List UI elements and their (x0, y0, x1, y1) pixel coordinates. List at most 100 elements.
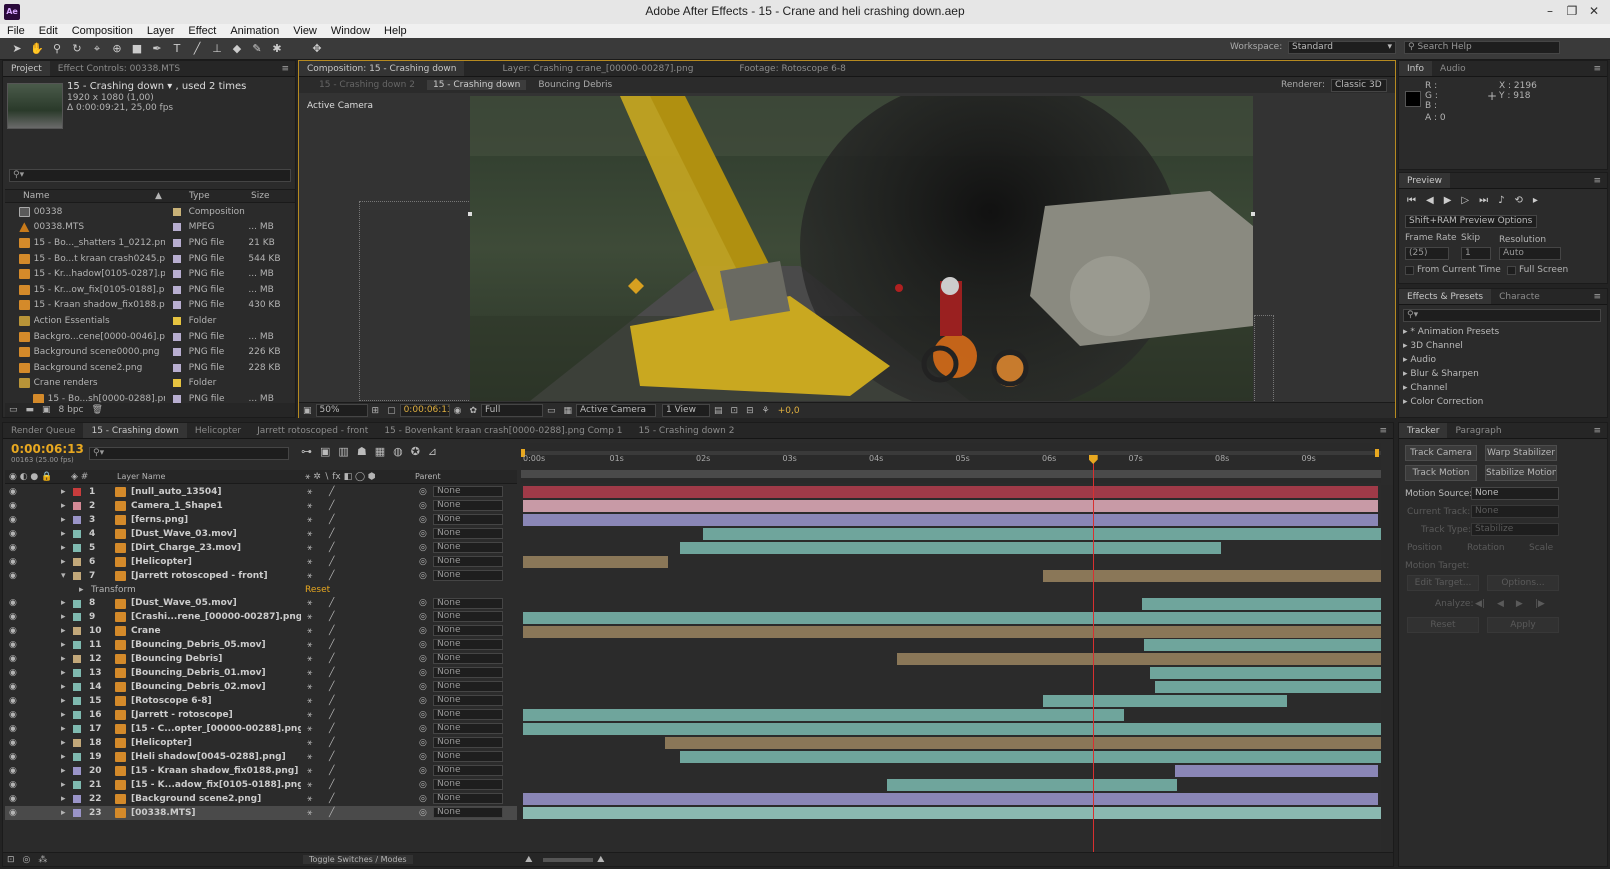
tab-effect-controls[interactable]: Effect Controls: 00338.MTS (50, 61, 188, 76)
layer-label-color[interactable] (73, 627, 81, 636)
parent-pickwhip-icon[interactable]: ◎ (419, 515, 427, 525)
column-type[interactable]: Type (189, 191, 210, 201)
parent-dropdown[interactable]: None (433, 709, 503, 720)
fast-previews-icon[interactable]: ⊡ (731, 406, 739, 416)
visibility-eye-icon[interactable]: ◉ (9, 794, 17, 804)
layer-row[interactable]: ◉ ▸ 16 [Jarrett - rotoscope] ⚹ ╱ ◎ None (5, 708, 517, 722)
work-area-bar[interactable] (521, 470, 1381, 478)
layer-label-color[interactable] (73, 683, 81, 692)
layer-duration-bar[interactable] (523, 723, 1381, 736)
trash-icon[interactable]: 🗑 (92, 405, 103, 415)
visibility-eye-icon[interactable]: ◉ (9, 529, 17, 539)
parent-dropdown[interactable]: None (433, 486, 503, 497)
transparency-grid-icon[interactable]: ▦ (564, 406, 573, 416)
visibility-eye-icon[interactable]: ◉ (9, 682, 17, 692)
playhead-line[interactable] (1092, 455, 1094, 855)
layer-label-color[interactable] (73, 711, 81, 719)
layer-duration-bar[interactable] (886, 778, 1177, 791)
analyze-forward-1-icon[interactable]: |▶ (1535, 599, 1545, 609)
zoom-tool-icon[interactable]: ⚲ (48, 41, 66, 57)
shy-switch-icon[interactable]: ⚹ (307, 668, 312, 678)
visibility-eye-icon[interactable]: ◉ (9, 738, 17, 748)
layer-name[interactable]: [Dust_Wave_03.mov] (131, 529, 301, 539)
layer-label-color[interactable] (73, 794, 81, 803)
options-button[interactable]: Options... (1487, 575, 1559, 591)
time-ruler-area[interactable]: 0:00s 01s 02s 03s 04s 05s 06s 07s 08s 09s (521, 443, 1381, 483)
parent-dropdown[interactable]: None (433, 750, 503, 762)
parent-dropdown[interactable]: None (433, 541, 503, 553)
layer-row[interactable]: ◉ ▸ 18 [Helicopter] ⚹ ╱ ◎ None (5, 736, 517, 750)
layer-duration-bar[interactable] (1141, 597, 1381, 610)
effects-search-input[interactable]: ⚲▾ (1403, 309, 1601, 322)
scale-checkbox[interactable]: Scale (1529, 543, 1553, 553)
transform-reset-link[interactable]: Reset (305, 585, 330, 595)
visibility-eye-icon[interactable]: ◉ (9, 571, 17, 581)
breadcrumb-item[interactable]: Bouncing Debris (538, 80, 612, 90)
mute-audio-icon[interactable]: ♪ (1498, 195, 1504, 206)
layer-duration-bar[interactable] (523, 499, 1379, 512)
visibility-eye-icon[interactable]: ◉ (9, 626, 17, 636)
stabilize-motion-button[interactable]: Stabilize Motion (1485, 465, 1557, 481)
tab-layer[interactable]: Layer: Crashing crane_[00000-00287].png (494, 61, 701, 76)
exposure-value[interactable]: +0,0 (778, 406, 800, 416)
channel-icon[interactable]: ✿ (469, 406, 477, 416)
effects-category[interactable]: ▸ Audio (1403, 355, 1593, 369)
hand-tool-icon[interactable]: ✋ (28, 41, 46, 57)
project-item[interactable]: Crane renders Folder (5, 376, 287, 392)
layer-label-color[interactable] (73, 724, 81, 733)
shy-switch-icon[interactable]: ⚹ (307, 738, 312, 748)
layer-label-color[interactable] (73, 697, 81, 706)
parent-dropdown[interactable]: None (433, 513, 503, 525)
quality-switch-icon[interactable]: ╱ (329, 794, 334, 804)
search-help-input[interactable]: ⚲ Search Help (1404, 41, 1560, 54)
menu-animation[interactable]: Animation (223, 24, 286, 38)
parent-pickwhip-icon[interactable]: ◎ (419, 682, 427, 692)
column-name[interactable]: Name (23, 191, 50, 201)
panel-menu-icon[interactable]: ≡ (1379, 426, 1393, 436)
layer-duration-bar[interactable] (523, 806, 1381, 819)
layer-label-color[interactable] (73, 529, 81, 538)
camera-view-dropdown[interactable]: Active Camera (576, 404, 657, 417)
quality-switch-icon[interactable]: ╱ (329, 654, 334, 664)
layer-row[interactable]: ◉ ▸ 19 [Heli shadow[0045-0288].png] ⚹ ╱ ◎ None (5, 750, 517, 764)
minimize-button[interactable]: – (1540, 2, 1560, 20)
position-checkbox[interactable]: Position (1407, 543, 1442, 553)
quality-switch-icon[interactable]: ╱ (329, 529, 334, 539)
layer-row[interactable]: ◉ ▸ 17 [15 - C...opter_[00000-00288].png] ⚹ ╱… (5, 722, 517, 736)
layer-name[interactable]: [ferns.png] (131, 515, 301, 525)
layer-label-color[interactable] (73, 515, 81, 524)
shy-switch-icon[interactable]: ⚹ (307, 724, 312, 734)
parent-dropdown[interactable]: None (433, 653, 503, 665)
quality-switch-icon[interactable]: ╱ (329, 724, 334, 734)
panel-menu-icon[interactable]: ≡ (1593, 176, 1607, 186)
visibility-eye-icon[interactable]: ◉ (9, 515, 17, 525)
new-folder-icon[interactable]: ▬ (26, 405, 35, 415)
expand-chevron-icon[interactable]: ▸ (61, 626, 66, 636)
quality-switch-icon[interactable]: ╱ (329, 766, 334, 776)
visibility-eye-icon[interactable]: ◉ (9, 612, 17, 622)
label-color-swatch[interactable] (172, 270, 181, 279)
layer-name[interactable]: [Dirt_Charge_23.mov] (131, 543, 301, 553)
tab-comp-helicopter[interactable]: Helicopter (187, 423, 249, 438)
graph-editor-icon[interactable]: ⊿ (428, 445, 437, 458)
effects-category[interactable]: ▸ Channel (1403, 383, 1593, 397)
quality-switch-icon[interactable]: ╱ (329, 598, 334, 608)
layer-name[interactable]: [null_auto_13504] (131, 487, 301, 497)
roto-brush-tool-icon[interactable]: ✎ (248, 41, 266, 57)
layer-name[interactable]: [Bouncing_Debris_02.mov] (131, 682, 301, 692)
tab-character[interactable]: Characte (1491, 289, 1548, 304)
layer-handle[interactable] (1251, 212, 1255, 216)
timeline-scrollbar[interactable] (1381, 485, 1393, 865)
layer-duration-bar[interactable] (523, 513, 1379, 526)
expand-chevron-icon[interactable]: ▸ (61, 794, 66, 804)
layer-name[interactable]: [15 - C...opter_[00000-00288].png] (131, 724, 301, 734)
parent-pickwhip-icon[interactable]: ◎ (419, 571, 427, 581)
layer-row[interactable]: ◉ ▸ 11 [Bouncing_Debris_05.mov] ⚹ ╱ ◎ None (5, 638, 517, 652)
shy-switch-icon[interactable]: ⚹ (307, 557, 312, 567)
label-color-swatch[interactable] (172, 207, 181, 216)
project-item[interactable]: 15 - Bo..._shatters 1_0212.png PNG file 21… (5, 235, 287, 251)
tab-paragraph[interactable]: Paragraph (1447, 423, 1509, 438)
visibility-eye-icon[interactable]: ◉ (9, 640, 17, 650)
quality-switch-icon[interactable]: ╱ (329, 571, 334, 581)
parent-pickwhip-icon[interactable]: ◎ (419, 501, 427, 511)
